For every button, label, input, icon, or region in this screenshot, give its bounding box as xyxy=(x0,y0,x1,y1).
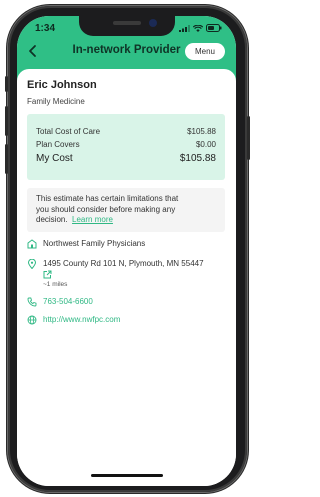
external-link-icon[interactable] xyxy=(43,270,52,279)
wifi-icon xyxy=(193,24,203,32)
provider-name: Eric Johnson xyxy=(27,79,97,91)
phone-screen: 1:34 In-network Provider Menu Eric Johns… xyxy=(17,16,236,486)
volume-down-button xyxy=(5,144,8,174)
address-text[interactable]: 1495 County Rd 101 N, Plymouth, MN 55447 xyxy=(43,259,204,269)
location-pin-icon xyxy=(27,259,37,269)
globe-icon xyxy=(27,315,37,325)
my-cost-label: My Cost xyxy=(36,153,73,164)
learn-more-link[interactable]: Learn more xyxy=(72,215,113,224)
provider-specialty: Family Medicine xyxy=(27,97,85,106)
disclaimer-line-1: This estimate has certain limitations th… xyxy=(36,194,179,203)
notch xyxy=(79,16,175,36)
plan-covers-value: $0.00 xyxy=(195,140,216,149)
camera xyxy=(149,19,157,27)
signal-icon xyxy=(179,24,190,32)
power-button xyxy=(247,116,250,160)
menu-button[interactable]: Menu xyxy=(185,43,225,60)
disclaimer-line-3-text: decision. xyxy=(36,215,68,224)
disclaimer-line-2: you should consider before making any xyxy=(36,204,176,214)
status-time: 1:34 xyxy=(35,23,56,34)
battery-icon xyxy=(206,24,222,32)
total-cost-value: $105.88 xyxy=(187,127,216,136)
total-cost-row: Total Cost of Care $105.88 xyxy=(36,127,216,136)
speaker xyxy=(113,21,141,25)
total-cost-label: Total Cost of Care xyxy=(36,127,101,136)
disclaimer-line-3: decision. Learn more xyxy=(36,215,216,226)
volume-up-button xyxy=(5,106,8,136)
phone-icon xyxy=(27,297,37,307)
cost-summary-card: Total Cost of Care $105.88 Plan Covers $… xyxy=(27,114,225,180)
provider-detail-sheet: Eric Johnson Family Medicine Total Cost … xyxy=(17,69,236,486)
status-icons xyxy=(179,24,222,32)
building-icon xyxy=(27,239,37,249)
mute-switch xyxy=(5,76,8,92)
website-link[interactable]: http://www.nwfpc.com xyxy=(43,315,120,324)
practice-row: Northwest Family Physicians xyxy=(27,239,145,249)
my-cost-value: $105.88 xyxy=(179,153,216,164)
plan-covers-label: Plan Covers xyxy=(36,140,80,149)
my-cost-row: My Cost $105.88 xyxy=(36,153,216,164)
phone-number[interactable]: 763-504-6600 xyxy=(43,297,93,306)
home-indicator[interactable] xyxy=(91,474,163,477)
website-row[interactable]: http://www.nwfpc.com xyxy=(27,315,120,325)
practice-name: Northwest Family Physicians xyxy=(43,239,146,248)
distance-text: ~1 miles xyxy=(43,281,68,288)
address-row: 1495 County Rd 101 N, Plymouth, MN 55447… xyxy=(27,259,204,288)
estimate-disclaimer: This estimate has certain limitations th… xyxy=(27,188,225,232)
phone-row[interactable]: 763-504-6600 xyxy=(27,297,93,307)
plan-covers-row: Plan Covers $0.00 xyxy=(36,140,216,149)
